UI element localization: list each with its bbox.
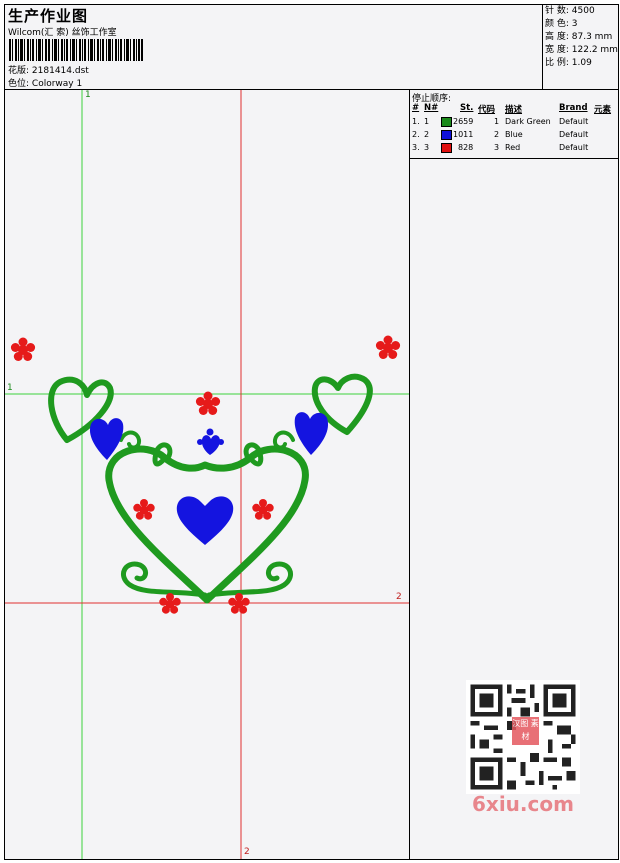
- red-flower: [252, 499, 274, 520]
- watermark-site: 6xiu.com: [472, 792, 574, 816]
- guide-v2-label: 2: [244, 847, 250, 857]
- red-flower: [228, 593, 250, 614]
- design-file: 花版: 2181414.dst: [8, 66, 89, 76]
- guide-v1-label: 1: [85, 90, 91, 100]
- col-desc: 描述: [505, 105, 523, 115]
- red-flower: [10, 337, 36, 361]
- red-flower: [375, 335, 401, 359]
- stop-sequence-table: 停止顺序: # N# St. 代码 描述 Brand 元素 1. 1 2659 …: [410, 90, 619, 159]
- col-brand: Brand: [559, 103, 588, 113]
- red-flower: [195, 391, 221, 415]
- design-canvas: 1 1 2 2: [5, 90, 409, 859]
- color-swatch-red: [441, 143, 452, 153]
- spec-height: 高 度: 87.3 mm: [545, 32, 613, 42]
- embroidery-preview: [5, 90, 409, 859]
- sheet-header: 生产作业图 Wilcom(汇 索) 丝饰工作室 花版: 2181414.dst …: [5, 5, 618, 90]
- color-swatch-green: [441, 117, 452, 127]
- spec-colors: 颜 色: 3: [545, 19, 578, 29]
- col-element: 元素: [594, 105, 612, 115]
- red-flower: [133, 499, 155, 520]
- col-num: #: [412, 103, 420, 113]
- colorway: 色位: Colorway 1: [8, 79, 83, 89]
- col-code: 代码: [478, 105, 496, 115]
- barcode: [9, 39, 143, 61]
- color-swatch-blue: [441, 130, 452, 140]
- spec-scale: 比 例: 1.09: [545, 58, 592, 68]
- page-title: 生产作业图: [8, 7, 89, 25]
- spec-stitches: 针 数: 4500: [545, 6, 595, 16]
- specs-panel: 针 数: 4500 颜 色: 3 高 度: 87.3 mm 宽 度: 122.2…: [542, 5, 619, 89]
- col-stitches: St.: [460, 103, 474, 113]
- guide-h1-label: 1: [7, 383, 13, 393]
- col-needle: N#: [424, 103, 439, 113]
- watermark-stamp: 汉图 素材: [512, 717, 539, 745]
- guide-h2-label: 2: [396, 592, 402, 602]
- studio-name: Wilcom(汇 索) 丝饰工作室: [8, 28, 117, 38]
- red-flower: [159, 593, 181, 614]
- spec-width: 宽 度: 122.2 mm: [545, 45, 618, 55]
